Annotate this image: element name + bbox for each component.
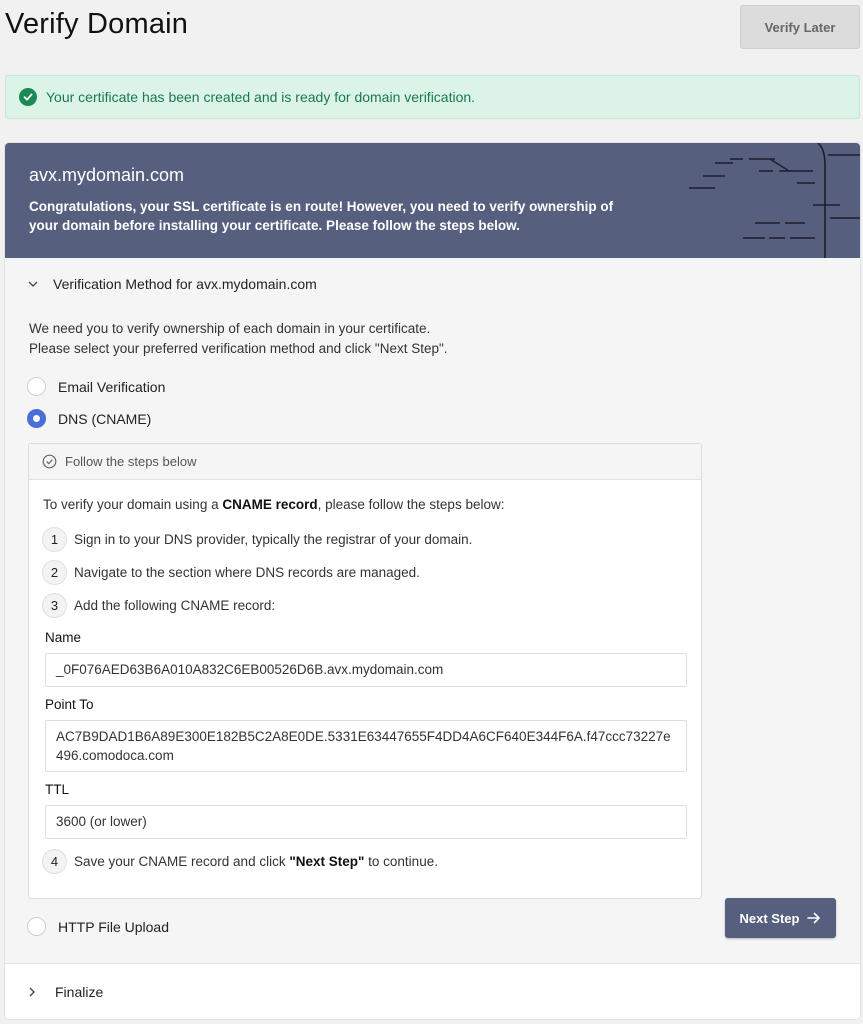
step-text: Add the following CNAME record: — [74, 598, 276, 613]
verification-method-header[interactable]: Verification Method for avx.mydomain.com — [5, 258, 860, 310]
step-number: 4 — [42, 849, 67, 874]
verification-intro: We need you to verify ownership of each … — [29, 319, 448, 359]
step-item: 4 Save your CNAME record and click "Next… — [42, 849, 438, 874]
step-number: 2 — [42, 560, 67, 585]
step-4-prefix: Save your CNAME record and click — [74, 854, 290, 869]
banner-decoration-icon — [689, 143, 860, 258]
finalize-section-header[interactable]: Finalize — [5, 963, 860, 1019]
point-to-field[interactable]: AC7B9DAD1B6A89E300E182B5C2A8E0DE.5331E63… — [45, 720, 687, 772]
ttl-label: TTL — [45, 782, 70, 797]
step-text: Navigate to the section where DNS record… — [74, 565, 420, 580]
next-step-label: Next Step — [739, 910, 800, 926]
point-to-label: Point To — [45, 697, 94, 712]
steps-intro-suffix: , please follow the steps below: — [317, 497, 505, 512]
radio-email-verification[interactable]: Email Verification — [27, 377, 165, 396]
ttl-field[interactable]: 3600 (or lower) — [45, 805, 687, 839]
radio-button[interactable] — [27, 917, 46, 936]
radio-label: Email Verification — [58, 378, 166, 395]
step-item: 2 Navigate to the section where DNS reco… — [42, 560, 420, 585]
step-number: 1 — [42, 527, 67, 552]
steps-panel: Follow the steps below To verify your do… — [28, 443, 702, 899]
banner: avx.mydomain.com Congratulations, your S… — [5, 143, 860, 258]
name-field[interactable]: _0F076AED63B6A010A832C6EB00526D6B.avx.my… — [45, 653, 687, 687]
radio-dns-cname[interactable]: DNS (CNAME) — [27, 409, 151, 428]
chevron-down-icon — [28, 281, 38, 287]
radio-button[interactable] — [27, 409, 46, 428]
steps-intro: To verify your domain using a CNAME reco… — [43, 497, 504, 512]
check-circle-icon — [19, 88, 37, 106]
steps-header: Follow the steps below — [29, 444, 701, 480]
success-alert: Your certificate has been created and is… — [5, 75, 860, 119]
section-title: Verification Method for avx.mydomain.com — [53, 276, 317, 292]
intro-line-1: We need you to verify ownership of each … — [29, 321, 431, 336]
step-4-suffix: to continue. — [364, 854, 438, 869]
banner-domain: avx.mydomain.com — [29, 165, 185, 185]
step-text: Sign in to your DNS provider, typically … — [74, 532, 473, 547]
alert-text: Your certificate has been created and is… — [46, 89, 476, 105]
next-step-button[interactable]: Next Step — [725, 898, 836, 938]
steps-intro-prefix: To verify your domain using a — [43, 497, 223, 512]
step-text: Save your CNAME record and click "Next S… — [74, 854, 438, 869]
step-item: 1 Sign in to your DNS provider, typicall… — [42, 527, 472, 552]
radio-label: HTTP File Upload — [58, 918, 170, 935]
radio-http-file-upload[interactable]: HTTP File Upload — [27, 917, 169, 936]
verification-card: avx.mydomain.com Congratulations, your S… — [5, 143, 860, 1019]
verify-later-button[interactable]: Verify Later — [740, 5, 860, 49]
step-number: 3 — [42, 593, 67, 618]
page-title: Verify Domain — [5, 8, 189, 40]
radio-button[interactable] — [27, 377, 46, 396]
check-circle-outline-icon — [42, 454, 57, 469]
intro-line-2: Please select your preferred verificatio… — [29, 341, 448, 356]
arrow-right-icon — [807, 912, 821, 924]
name-label: Name — [45, 630, 82, 645]
radio-label: DNS (CNAME) — [58, 410, 152, 427]
step-item: 3 Add the following CNAME record: — [42, 593, 275, 618]
finalize-label: Finalize — [55, 983, 104, 1000]
chevron-right-icon — [29, 987, 35, 996]
steps-header-text: Follow the steps below — [65, 454, 197, 469]
steps-intro-bold: CNAME record — [222, 497, 318, 512]
step-4-bold: "Next Step" — [289, 854, 365, 869]
banner-message: Congratulations, your SSL certificate is… — [29, 199, 614, 233]
